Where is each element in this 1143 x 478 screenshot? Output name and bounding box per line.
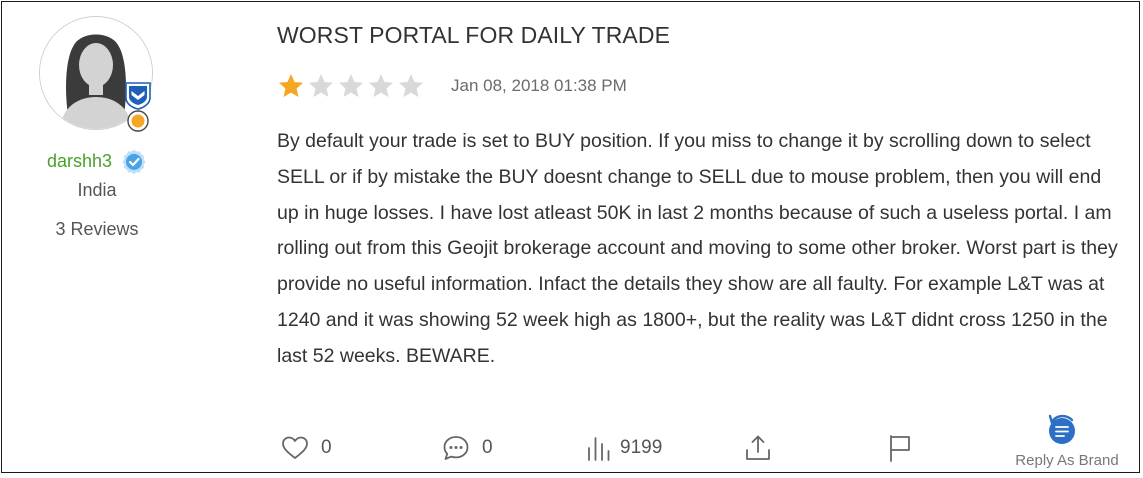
reply-as-brand-button[interactable]: Reply As Brand xyxy=(1002,412,1132,472)
flag-icon xyxy=(890,435,910,462)
username-link[interactable]: darshh3 xyxy=(47,151,112,172)
comment-bubble-icon xyxy=(443,436,469,460)
reply-brand-icon xyxy=(1048,414,1075,444)
star-rating xyxy=(277,72,425,100)
views-count: 9199 xyxy=(620,437,663,458)
like-button[interactable]: 0 xyxy=(281,430,332,466)
star-empty-icon xyxy=(339,74,363,97)
review-actions: 0 0 9199 xyxy=(277,430,1127,466)
user-reviews-count[interactable]: 3 Reviews xyxy=(2,219,192,240)
star-empty-icon xyxy=(309,74,333,97)
star-empty-icon xyxy=(369,74,393,97)
username-row: darshh3 xyxy=(2,148,192,174)
avatar-container[interactable] xyxy=(39,16,153,132)
views-counter: 9199 xyxy=(586,430,662,466)
review-card: darshh3 India 3 Reviews WORST PORTAL FOR… xyxy=(1,1,1140,473)
reply-as-brand-label: Reply As Brand xyxy=(1015,452,1119,469)
user-location: India xyxy=(77,180,117,200)
heart-icon xyxy=(282,436,308,459)
verified-check-icon xyxy=(122,149,146,174)
report-flag-button[interactable] xyxy=(887,430,913,466)
review-content: WORST PORTAL FOR DAILY TRADE Jan 08, 201… xyxy=(277,2,1127,472)
star-empty-icon xyxy=(399,74,423,97)
shield-chevron-badge-icon xyxy=(125,82,151,110)
share-upload-icon xyxy=(746,435,770,460)
review-date: Jan 08, 2018 01:38 PM xyxy=(451,76,627,95)
like-count: 0 xyxy=(321,437,332,458)
comment-count: 0 xyxy=(482,437,493,458)
share-button[interactable] xyxy=(744,430,772,466)
comment-button[interactable]: 0 xyxy=(442,430,493,466)
review-body: By default your trade is set to BUY posi… xyxy=(277,130,1118,367)
rating-row: Jan 08, 2018 01:38 PM xyxy=(277,70,627,102)
bar-chart-views-icon xyxy=(588,437,610,461)
orange-medal-icon xyxy=(127,110,149,132)
review-title[interactable]: WORST PORTAL FOR DAILY TRADE xyxy=(277,22,670,49)
reviewer-profile: darshh3 India 3 Reviews xyxy=(2,2,192,472)
star-filled-icon xyxy=(279,74,303,97)
